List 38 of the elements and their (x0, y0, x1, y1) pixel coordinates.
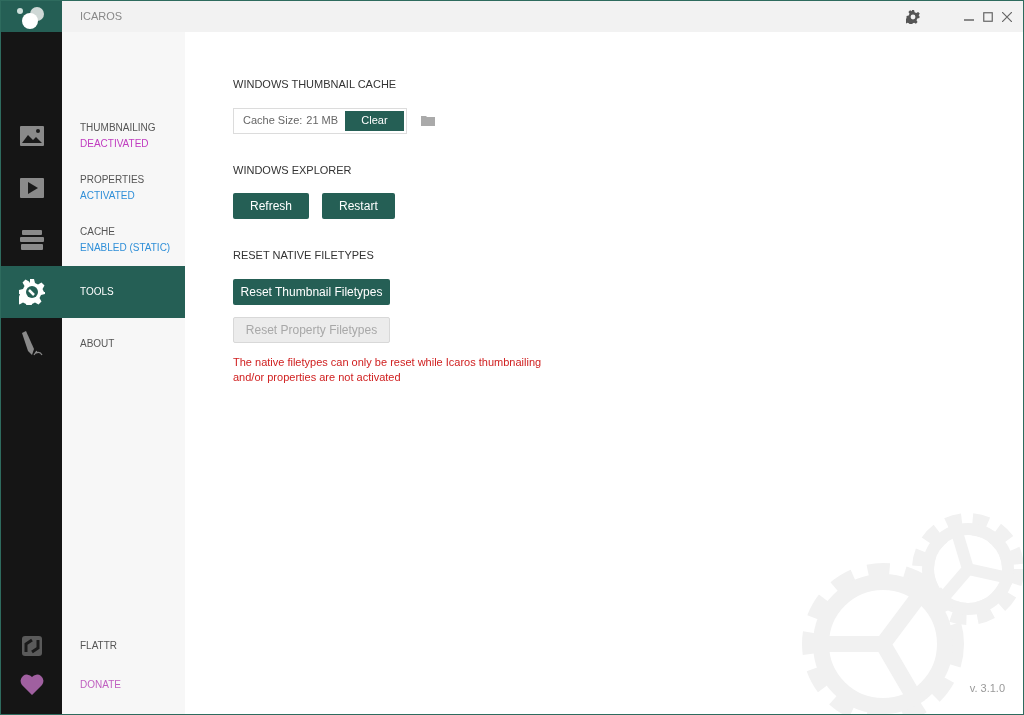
nav-item[interactable]: CACHE ENABLED (STATIC) (1, 214, 185, 266)
action-button[interactable]: Reset Thumbnail Filetypes (233, 278, 390, 305)
settings-icon[interactable] (906, 9, 920, 24)
section-title: RESET NATIVE FILETYPES (233, 248, 374, 263)
version-label: v. 3.1.0 (969, 680, 1005, 696)
play-icon (19, 178, 44, 198)
nav-label: THUMBNAILING (80, 121, 156, 135)
warning-text: The native filetypes can only be reset while Icaros thumbnailing and/or properties are not activated (233, 354, 543, 385)
nav-label: PROPERTIES (80, 173, 145, 187)
folder-icon[interactable] (421, 115, 435, 126)
cache-size-label: Cache Size: (243, 113, 303, 129)
clear-button[interactable]: Clear (345, 110, 404, 131)
image-icon (19, 126, 44, 146)
action-button[interactable]: Refresh (233, 193, 310, 219)
flattr-icon (21, 635, 42, 656)
section-title: WINDOWS EXPLORER (233, 162, 352, 178)
nav-status: ACTIVATED (80, 189, 136, 203)
cache-size-value: 21 MB (306, 113, 339, 129)
nav-link[interactable]: FLATTR (62, 638, 118, 653)
pen-icon (19, 331, 44, 357)
nav-item[interactable]: TOOLS (1, 266, 185, 318)
nav-label: ABOUT (80, 337, 115, 351)
window-title: ICAROS (80, 9, 123, 25)
section-title: WINDOWS THUMBNAIL CACHE (233, 77, 397, 92)
nav-label: CACHE (80, 225, 116, 239)
maximize-icon[interactable] (983, 11, 993, 22)
nav-item[interactable]: ABOUT (1, 318, 185, 370)
nav-status: DEACTIVATED (80, 137, 150, 151)
stack-icon (19, 230, 44, 250)
nav-link[interactable]: DONATE (62, 677, 121, 692)
nav-item[interactable]: PROPERTIES ACTIVATED (1, 162, 185, 214)
action-button[interactable]: Restart (322, 193, 395, 219)
close-icon[interactable] (1002, 11, 1012, 22)
nav-label: TOOLS (80, 285, 114, 299)
heart-icon (19, 674, 44, 695)
nav-status: ENABLED (STATIC) (80, 241, 171, 255)
settings-icon (18, 279, 45, 305)
nav-item[interactable]: THUMBNAILING DEACTIVATED (1, 110, 185, 162)
